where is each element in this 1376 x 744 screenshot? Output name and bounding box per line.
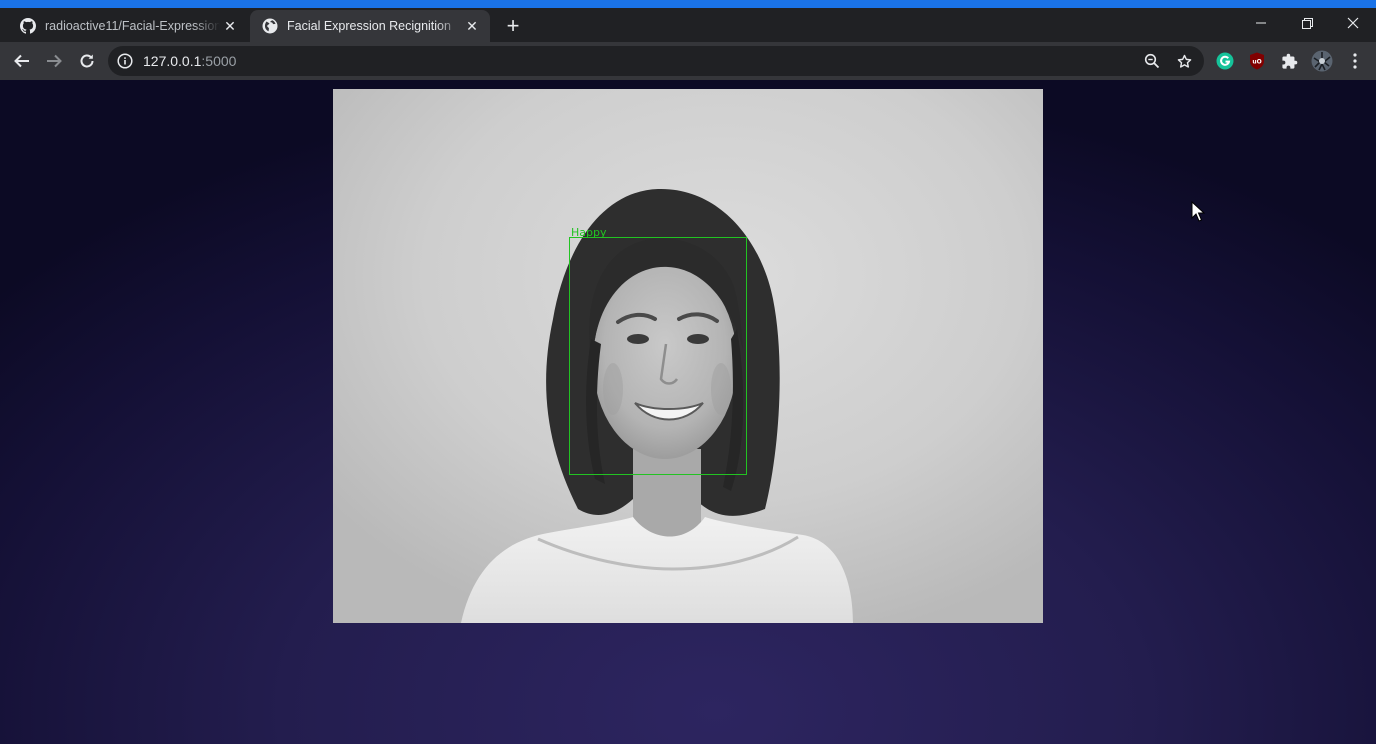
address-bar[interactable]: 127.0.0.1:5000 bbox=[108, 46, 1204, 76]
detection-label: Happy bbox=[571, 226, 607, 239]
url-host: 127.0.0.1 bbox=[143, 53, 202, 69]
tab-title: Facial Expression Recignition bbox=[287, 19, 451, 33]
svg-text:uO: uO bbox=[1252, 59, 1261, 66]
tab-strip: radioactive11/Facial-Expression-R ✕ Faci… bbox=[0, 8, 1376, 42]
restore-button[interactable] bbox=[1284, 8, 1330, 38]
tab-facial-expression[interactable]: Facial Expression Recignition ✕ bbox=[250, 10, 490, 42]
new-tab-button[interactable]: + bbox=[500, 13, 526, 39]
webcam-video-feed: Happy bbox=[333, 89, 1043, 623]
close-icon[interactable]: ✕ bbox=[462, 16, 482, 36]
zoom-icon[interactable] bbox=[1140, 49, 1164, 73]
info-icon[interactable] bbox=[116, 52, 134, 70]
grammarly-icon[interactable] bbox=[1215, 51, 1235, 71]
url-port: :5000 bbox=[201, 53, 237, 69]
minimize-button[interactable] bbox=[1238, 8, 1284, 38]
star-icon[interactable] bbox=[1172, 49, 1196, 73]
profile-avatar-icon[interactable] bbox=[1311, 50, 1333, 72]
back-button[interactable] bbox=[8, 47, 36, 75]
arrow-left-icon bbox=[14, 54, 29, 68]
globe-icon bbox=[262, 18, 278, 34]
tab-github[interactable]: radioactive11/Facial-Expression-R ✕ bbox=[8, 10, 248, 42]
url-text: 127.0.0.1:5000 bbox=[143, 53, 236, 69]
close-icon[interactable]: ✕ bbox=[220, 16, 240, 36]
face-detection-box bbox=[569, 237, 747, 475]
more-menu-icon[interactable] bbox=[1345, 51, 1365, 71]
close-window-button[interactable] bbox=[1330, 8, 1376, 38]
puzzle-icon[interactable] bbox=[1279, 51, 1299, 71]
github-icon bbox=[20, 18, 36, 34]
mouse-cursor-icon bbox=[1191, 201, 1205, 222]
page-viewport: Happy bbox=[0, 80, 1376, 744]
window-accent-strip bbox=[0, 0, 1376, 8]
arrow-right-icon bbox=[47, 54, 62, 68]
reload-button[interactable] bbox=[73, 47, 101, 75]
ublock-icon[interactable]: uO bbox=[1247, 51, 1267, 71]
reload-icon bbox=[80, 54, 94, 68]
tab-title: radioactive11/Facial-Expression-R bbox=[45, 19, 220, 33]
forward-button[interactable] bbox=[40, 47, 68, 75]
browser-toolbar: 127.0.0.1:5000 uO bbox=[0, 42, 1376, 80]
